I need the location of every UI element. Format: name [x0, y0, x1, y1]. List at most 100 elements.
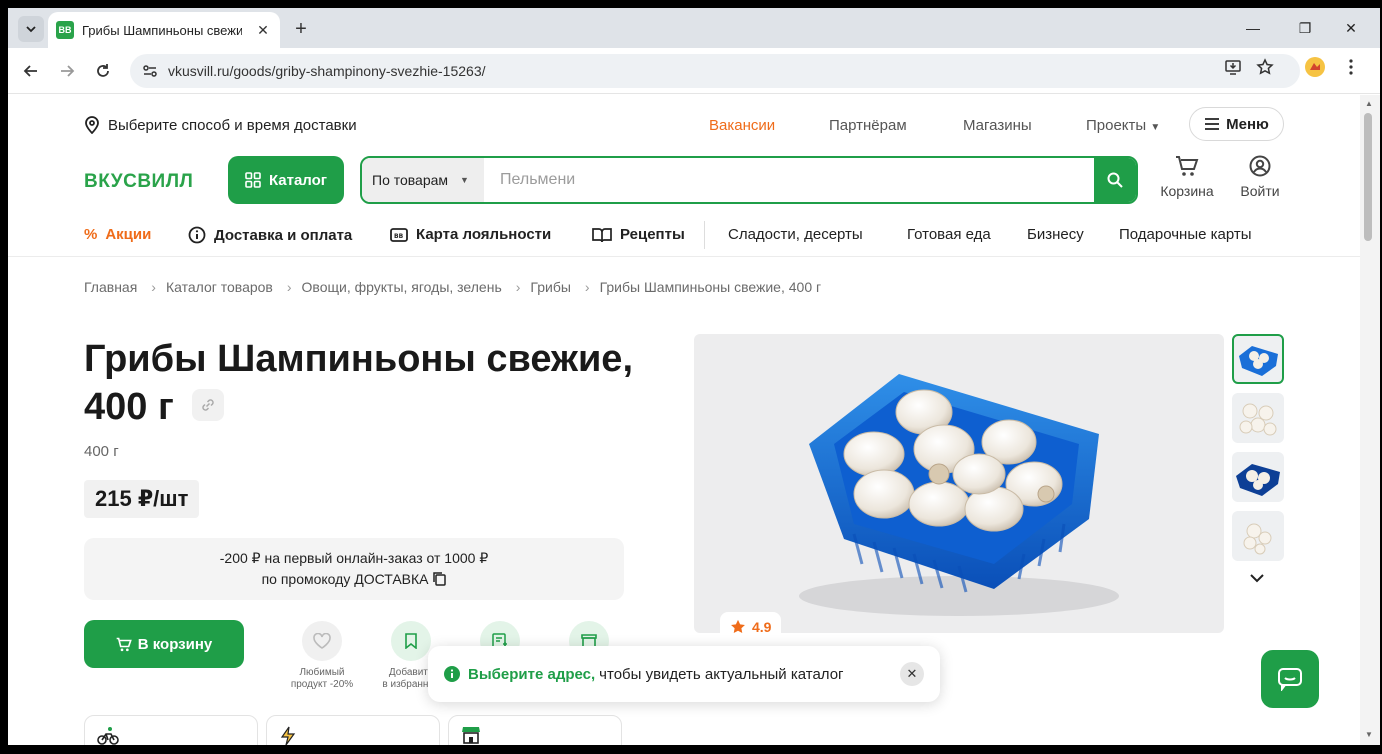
nav-loyalty-label: Карта лояльности — [416, 226, 552, 243]
cart-link[interactable]: Корзина — [1152, 155, 1222, 199]
cart-label: Корзина — [1160, 183, 1214, 199]
copy-icon[interactable] — [432, 571, 447, 586]
reload-icon — [97, 64, 109, 77]
restore-button[interactable]: ❐ — [1290, 16, 1320, 40]
minimize-button[interactable]: — — [1238, 16, 1268, 40]
tab-search-button[interactable] — [18, 16, 44, 42]
title-line-1: Грибы Шампиньоны свежие, — [84, 338, 633, 380]
link-partners[interactable]: Партнёрам — [829, 117, 907, 134]
address-toast: Выберите адрес, чтобы увидеть актуальный… — [428, 646, 940, 702]
nav-divider — [704, 221, 705, 249]
login-link[interactable]: Войти — [1225, 155, 1295, 199]
logo[interactable]: ВКУСВИЛЛ — [84, 171, 193, 193]
close-window-button[interactable]: ✕ — [1336, 16, 1366, 40]
pickup-card[interactable] — [448, 715, 622, 745]
scroll-up-icon[interactable]: ▲ — [1365, 99, 1373, 108]
favorite-label-2: продукт -20% — [290, 679, 354, 690]
nav-gift-cards[interactable]: Подарочные карты — [1119, 226, 1252, 243]
tab-close-icon[interactable]: ✕ — [254, 21, 272, 39]
add-to-cart-button[interactable]: В корзину — [84, 620, 244, 668]
toast-close-icon[interactable]: ✕ — [900, 662, 924, 686]
svg-text:BB: BB — [394, 233, 404, 240]
link-vacancies[interactable]: Вакансии — [709, 117, 775, 134]
tab-title: Грибы Шампиньоны свежие, 4 — [82, 22, 242, 38]
search-submit-button[interactable] — [1094, 158, 1136, 202]
site-settings-icon[interactable] — [142, 63, 158, 79]
nav-sweets[interactable]: Сладости, десерты — [728, 226, 863, 243]
product-thumbnail[interactable] — [1232, 334, 1284, 384]
forward-button[interactable] — [54, 58, 80, 84]
promo-line-1: -200 ₽ на первый онлайн-заказ от 1000 ₽ — [219, 550, 489, 566]
nav-ready-food[interactable]: Готовая еда — [907, 226, 991, 243]
catalog-label: Каталог — [268, 171, 328, 189]
nav-recipes-label: Рецепты — [620, 226, 685, 243]
arrow-left-icon — [23, 65, 37, 77]
browser-tab[interactable]: ВВ Грибы Шампиньоны свежие, 4 ✕ — [48, 12, 280, 48]
delivery-selector[interactable]: Выберите способ и время доставки — [84, 116, 357, 134]
chevron-right-icon: › — [151, 279, 156, 295]
chat-button[interactable] — [1261, 650, 1319, 708]
product-price: 215 ₽/шт — [84, 480, 200, 518]
chevron-right-icon: › — [286, 279, 292, 295]
chevron-right-icon: › — [515, 279, 521, 295]
search-input[interactable] — [490, 158, 1090, 202]
location-pin-icon — [85, 116, 99, 134]
express-delivery-card[interactable] — [266, 715, 440, 745]
page: Выберите способ и время доставки Ваканси… — [8, 95, 1360, 745]
product-thumbnail[interactable] — [1232, 511, 1284, 561]
nav-business[interactable]: Бизнесу — [1027, 226, 1084, 243]
scroll-thumb[interactable] — [1364, 113, 1372, 241]
nav-recipes[interactable]: Рецепты — [592, 226, 685, 243]
browser-toolbar: vkusvill.ru/goods/griby-shampinony-svezh… — [8, 48, 1380, 94]
nav-delivery-label: Доставка и оплата — [214, 226, 353, 244]
bookmark-icon — [391, 621, 431, 661]
menu-label: Меню — [1226, 115, 1269, 133]
product-thumbnail[interactable] — [1232, 452, 1284, 502]
thumbnails-more-button[interactable] — [1249, 571, 1265, 589]
profile-avatar-icon[interactable] — [1304, 56, 1326, 78]
loyalty-card-icon: BB — [390, 227, 408, 242]
star-icon — [731, 619, 745, 634]
menu-button[interactable]: Меню — [1189, 107, 1284, 141]
browser-menu-icon[interactable] — [1340, 56, 1362, 78]
favorite-label-1: Любимый — [299, 667, 345, 678]
copy-link-icon[interactable] — [192, 388, 225, 421]
install-app-icon[interactable] — [1222, 56, 1244, 78]
catalog-button[interactable]: Каталог — [228, 156, 344, 204]
search-bar: По товарам ▼ — [360, 156, 1138, 204]
header-divider — [8, 256, 1360, 257]
nav-promo[interactable]: % Акции — [84, 226, 151, 243]
title-line-2: 400 г — [84, 386, 174, 428]
back-button[interactable] — [18, 58, 44, 84]
heart-icon — [302, 621, 342, 661]
nav-delivery[interactable]: Доставка и оплата — [188, 226, 352, 244]
scroll-down-icon[interactable]: ▼ — [1365, 730, 1373, 739]
book-icon — [592, 227, 612, 242]
address-bar[interactable]: vkusvill.ru/goods/griby-shampinony-svezh… — [130, 54, 1300, 88]
chevron-down-icon — [26, 26, 36, 33]
breadcrumb-item[interactable]: Каталог товаров — [166, 279, 273, 295]
new-tab-button[interactable]: + — [288, 16, 314, 42]
toast-accent-link[interactable]: Выберите адрес, — [468, 666, 595, 683]
caret-down-icon: ▼ — [1150, 122, 1161, 133]
favorite-product-action[interactable]: Любимый продукт -20% — [277, 621, 367, 691]
link-projects[interactable]: Проекты ▼ — [1086, 117, 1160, 134]
link-stores[interactable]: Магазины — [963, 117, 1032, 134]
breadcrumb-item[interactable]: Главная — [84, 279, 137, 295]
product-rating[interactable]: 4.9 — [720, 612, 782, 642]
add-to-cart-label: В корзину — [137, 635, 213, 653]
product-thumbnail[interactable] — [1232, 393, 1284, 443]
reload-button[interactable] — [90, 58, 116, 84]
breadcrumb-item[interactable]: Грибы — [530, 279, 570, 295]
nav-loyalty[interactable]: BB Карта лояльности — [390, 226, 551, 243]
search-type-select[interactable]: По товарам ▼ — [362, 158, 484, 202]
delivery-text: Выберите способ и время доставки — [108, 116, 357, 134]
delivery-option-card[interactable] — [84, 715, 258, 745]
rating-value: 4.9 — [752, 619, 772, 635]
user-icon — [1249, 155, 1271, 177]
product-image[interactable] — [694, 334, 1224, 633]
info-icon — [444, 666, 460, 682]
breadcrumb-item[interactable]: Овощи, фрукты, ягоды, зелень — [302, 279, 502, 295]
promo-code[interactable]: ДОСТАВКА — [354, 571, 428, 587]
bookmark-star-icon[interactable] — [1254, 56, 1276, 78]
